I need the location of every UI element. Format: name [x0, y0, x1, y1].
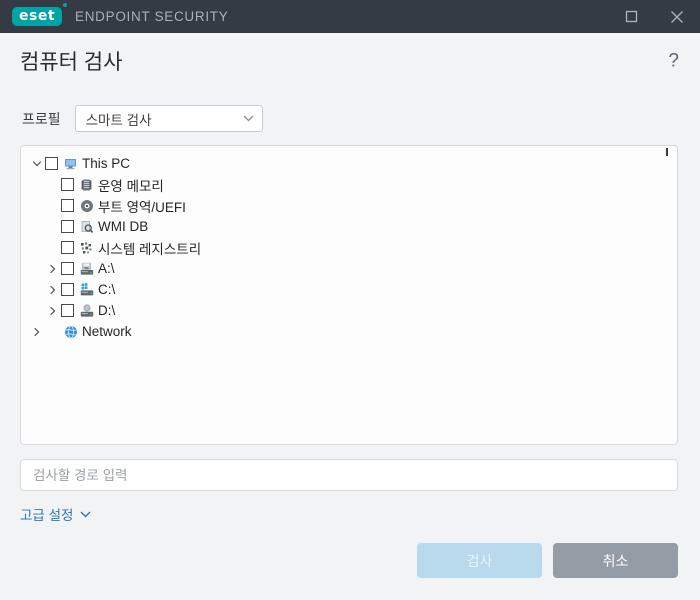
maximize-button[interactable] [608, 0, 654, 33]
tree-item-label: 시스템 레지스트리 [98, 241, 202, 257]
tree-item-checkbox[interactable] [61, 178, 74, 191]
chevron-right-icon[interactable] [45, 264, 61, 274]
profile-selected-value: 스마트 검사 [85, 112, 152, 128]
title-bar: eset ENDPOINT SECURITY [0, 0, 700, 33]
profile-row: 프로필 스마트 검사 [0, 89, 700, 132]
tree-item-checkbox[interactable] [61, 241, 74, 254]
scan-target-tree: This PC 운영 메모리부트 영역/UEFI WMI DB 시스템 레지스트리 A:… [21, 146, 677, 342]
scan-path-field[interactable] [20, 459, 678, 491]
harddisk-icon-wrap [79, 282, 95, 298]
database-icon-wrap [79, 219, 95, 235]
advanced-settings-label: 고급 설정 [20, 508, 74, 523]
tree-item-checkbox[interactable] [45, 157, 58, 170]
optical-icon [80, 303, 94, 317]
tree-row[interactable]: D:\ [21, 300, 677, 321]
scroll-indicator[interactable] [666, 148, 668, 156]
scan-target-tree-panel: This PC 운영 메모리부트 영역/UEFI WMI DB 시스템 레지스트리 A:… [20, 145, 678, 445]
harddisk-icon [80, 282, 94, 295]
tree-item-label: WMI DB [98, 219, 149, 234]
advanced-settings-toggle[interactable]: 고급 설정 [20, 504, 91, 524]
tree-item-label: Network [82, 324, 132, 339]
help-icon[interactable]: ? [668, 52, 679, 71]
dialog-footer: 검사 취소 [417, 543, 678, 578]
tree-row[interactable]: 시스템 레지스트리 [21, 237, 677, 258]
tree-row[interactable]: 부트 영역/UEFI [21, 195, 677, 216]
tree-item-label: A:\ [98, 261, 115, 276]
tree-item-checkbox[interactable] [61, 220, 74, 233]
tree-item-label: C:\ [98, 282, 116, 297]
page-header: 컴퓨터 검사 ? [0, 33, 700, 89]
tree-item-label: This PC [82, 156, 131, 171]
product-name: ENDPOINT SECURITY [75, 9, 229, 24]
disc-icon-wrap [79, 198, 95, 214]
memory-icon [81, 179, 92, 190]
globe-icon [65, 325, 77, 338]
monitor-icon [65, 158, 76, 169]
window-controls [608, 0, 700, 33]
database-icon [81, 220, 94, 233]
tree-row[interactable]: Network [21, 321, 677, 342]
eset-logo-text: eset [19, 8, 56, 24]
scan-path-input[interactable] [33, 467, 665, 483]
close-icon [671, 10, 683, 23]
floppy-icon [80, 262, 94, 275]
tree-row[interactable]: A:\ [21, 258, 677, 279]
chevron-right-icon[interactable] [29, 327, 45, 337]
tree-item-checkbox[interactable] [61, 262, 74, 275]
monitor-icon-wrap [63, 156, 79, 172]
tree-row[interactable]: 운영 메모리 [21, 174, 677, 195]
tree-item-label: 부트 영역/UEFI [98, 199, 186, 215]
maximize-icon [625, 10, 637, 23]
page-title: 컴퓨터 검사 [20, 51, 123, 74]
tree-item-checkbox[interactable] [61, 199, 74, 212]
eset-logo: eset [12, 3, 68, 26]
chevron-right-icon[interactable] [45, 285, 61, 295]
tree-row[interactable]: This PC [21, 153, 677, 174]
tree-row[interactable]: C:\ [21, 279, 677, 300]
chevron-down-icon [243, 115, 254, 122]
chevron-right-icon[interactable] [45, 306, 61, 316]
optical-icon-wrap [79, 303, 95, 319]
eset-logo-dot-icon [63, 3, 68, 7]
tree-item-label: 운영 메모리 [98, 178, 164, 194]
chevron-down-icon [80, 511, 91, 517]
disc-icon [81, 199, 93, 212]
tree-item-checkbox[interactable] [61, 283, 74, 296]
floppy-icon-wrap [79, 261, 95, 277]
tree-item-label: D:\ [98, 303, 116, 318]
chevron-down-icon[interactable] [29, 159, 45, 169]
globe-icon-wrap [63, 324, 79, 340]
registry-icon-wrap [79, 240, 95, 256]
tree-item-checkbox[interactable] [61, 304, 74, 317]
profile-select[interactable]: 스마트 검사 [74, 105, 263, 132]
registry-icon [81, 241, 92, 253]
eset-logo-badge: eset [12, 3, 68, 26]
cancel-button[interactable]: 취소 [553, 543, 678, 578]
tree-row[interactable]: WMI DB [21, 216, 677, 237]
profile-label: 프로필 [22, 110, 61, 127]
scan-button[interactable]: 검사 [417, 543, 542, 578]
close-button[interactable] [654, 0, 700, 33]
memory-icon-wrap [79, 177, 95, 193]
